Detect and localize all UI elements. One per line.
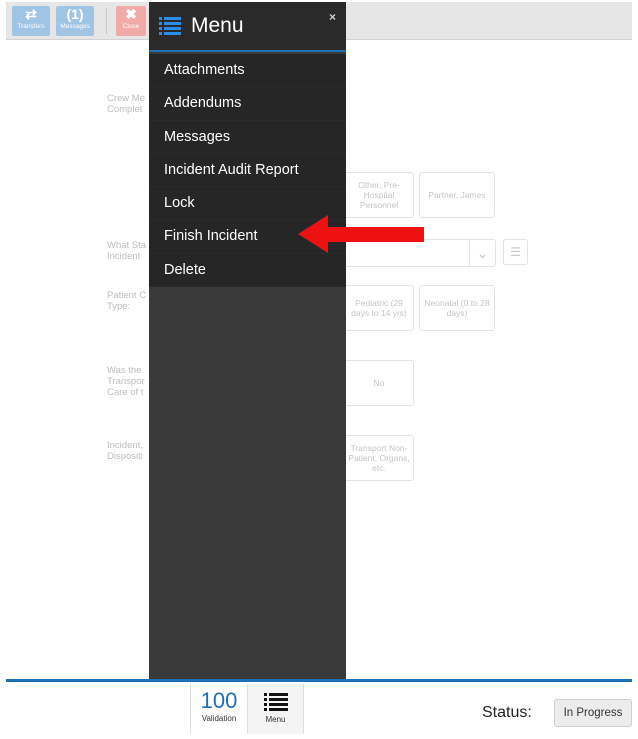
app-frame: ⇄ Transfers (1) Messages ✖ Close Crew Me… <box>0 0 638 739</box>
menu-panel: Menu × Attachments Addendums Messages In… <box>149 2 346 682</box>
transfer-arrows-icon: ⇄ <box>25 6 37 22</box>
toolbar-divider <box>106 8 107 34</box>
transport-label: Was the Transpor Care of t <box>107 365 145 398</box>
chevron-down-icon[interactable]: ⌄ <box>469 240 495 266</box>
stage-label: What Sta Incident <box>107 240 147 262</box>
close-icon[interactable]: × <box>329 10 336 24</box>
close-label: Close <box>122 23 140 30</box>
messages-count: (1) <box>66 6 84 22</box>
menu-header: Menu × <box>149 2 346 52</box>
menu-item-delete[interactable]: Delete <box>149 253 346 288</box>
menu-item-addendums[interactable]: Addendums <box>149 87 346 121</box>
list-icon <box>159 17 181 35</box>
validation-count: 100 <box>200 688 238 713</box>
crew-label: Crew Me Complet <box>107 93 146 115</box>
close-icon: ✖ <box>125 6 137 22</box>
bottom-bar: 100 Validation Menu Status: In Progress <box>6 679 632 735</box>
transfers-label: Transfers <box>17 23 45 30</box>
option-partner[interactable]: Partner, James <box>419 172 495 218</box>
patient-type-label: Patient C Type: <box>107 290 147 312</box>
option-neonatal[interactable]: Neonatal (0 to 28 days) <box>419 285 495 331</box>
status-label: Status: <box>482 704 532 721</box>
menu-item-messages[interactable]: Messages <box>149 120 346 154</box>
disposition-label: Incident, Dispositi <box>107 440 143 462</box>
messages-button[interactable]: (1) Messages <box>56 6 94 36</box>
status-badge[interactable]: In Progress <box>554 699 632 727</box>
messages-label: Messages <box>60 23 90 30</box>
menu-item-attachments[interactable]: Attachments <box>149 54 346 88</box>
option-other-prehospital[interactable]: Other, Pre-Hospital Personnel <box>344 172 414 218</box>
menu-title: Menu <box>191 14 244 37</box>
validation-button[interactable]: 100 Validation <box>190 684 248 734</box>
option-no[interactable]: No <box>344 360 414 406</box>
list-icon[interactable]: ☰ <box>503 239 528 265</box>
menu-button-label: Menu <box>265 715 286 724</box>
option-pediatric[interactable]: Pediatric (29 days to 14 yrs) <box>344 285 414 331</box>
list-icon <box>263 693 288 711</box>
menu-button[interactable]: Menu <box>248 684 304 734</box>
option-transport-non-patient[interactable]: Transport Non-Patient, Organs, etc. <box>344 435 414 481</box>
validation-label: Validation <box>201 714 237 723</box>
menu-item-incident-audit-report[interactable]: Incident Audit Report <box>149 153 346 188</box>
transfers-button[interactable]: ⇄ Transfers <box>12 6 50 36</box>
close-button[interactable]: ✖ Close <box>116 6 146 36</box>
red-arrow-icon <box>298 215 424 253</box>
